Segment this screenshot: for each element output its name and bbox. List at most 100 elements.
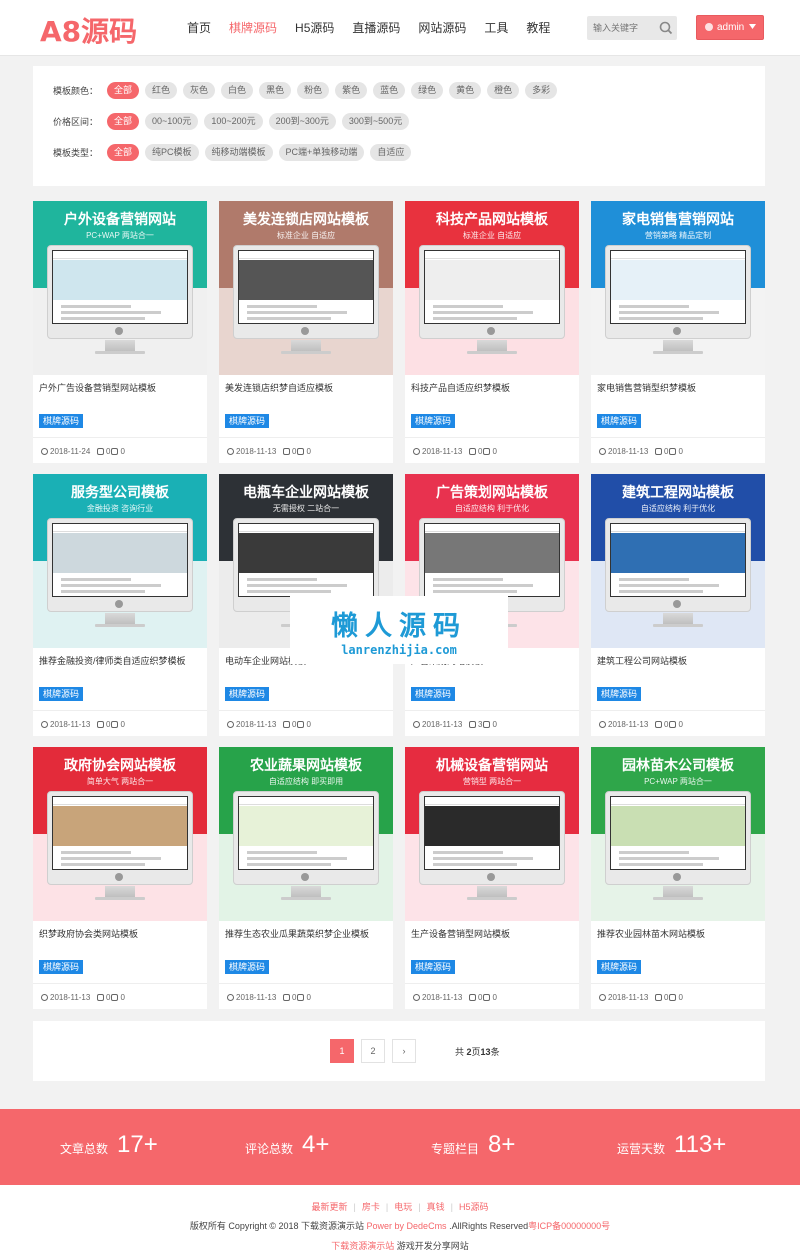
category-badge[interactable]: 棋牌源码 [411,687,456,701]
search-button[interactable] [655,16,677,40]
like-icon [297,721,305,728]
template-card[interactable]: 科技产品网站模板 标准企业 自适应 科技产品自适应织梦模板 棋牌源码 2018-11-1… [405,201,579,463]
nav-item-5[interactable]: 工具 [475,0,517,56]
category-badge[interactable]: 棋牌源码 [411,960,456,974]
card-date: 2018-11-13 [608,720,649,729]
nav-item-0[interactable]: 首页 [178,0,220,56]
like-icon [669,448,677,455]
category-badge[interactable]: 棋牌源码 [225,960,270,974]
filter-option[interactable]: 00~100元 [145,112,199,130]
card-thumbnail[interactable]: 科技产品网站模板 标准企业 自适应 [405,201,579,375]
card-title-link[interactable]: 推荐金融投资/律师类自适应织梦模板 [39,654,186,667]
search-input[interactable] [587,16,655,40]
category-badge[interactable]: 棋牌源码 [225,414,270,428]
filter-option[interactable]: 灰色 [183,81,216,99]
card-title-link[interactable]: 科技产品自适应织梦模板 [411,381,510,394]
site-logo[interactable]: A8源码 [40,10,137,50]
category-badge[interactable]: 棋牌源码 [39,687,84,701]
filter-option[interactable]: 黄色 [449,81,482,99]
template-card[interactable]: 农业蔬果网站模板 自适应结构 即买即用 推荐生态农业瓜果蔬菜织梦企业模板 棋牌源码 20… [219,747,393,1009]
footer-link[interactable]: 房卡 [362,1202,380,1212]
card-thumbnail[interactable]: 建筑工程网站模板 自适应结构 利于优化 [591,474,765,648]
filter-option[interactable]: 纯移动端模板 [204,143,273,161]
filter-option[interactable]: 300到~500元 [341,112,410,130]
like-icon [111,994,119,1001]
card-thumbnail[interactable]: 美发连锁店网站模板 标准企业 自适应 [219,201,393,375]
nav-item-1[interactable]: 棋牌源码 [220,0,286,56]
filter-option[interactable]: 100~200元 [204,112,263,130]
footer-link[interactable]: 真钱 [427,1202,445,1212]
filter-option[interactable]: 全部 [107,112,140,130]
template-card[interactable]: 家电销售营销网站 营销策略 精品定制 家电销售营销型织梦模板 棋牌源码 2018-11-… [591,201,765,463]
user-menu-button[interactable]: admin [696,15,764,40]
filter-option[interactable]: 多彩 [525,81,558,99]
template-card[interactable]: 服务型公司模板 金融投资 咨询行业 推荐金融投资/律师类自适应织梦模板 棋牌源码 201… [33,474,207,736]
category-badge[interactable]: 棋牌源码 [225,687,270,701]
like-count: 0 [678,720,683,729]
comment-count: 0 [478,993,483,1002]
filter-option[interactable]: 全部 [107,81,140,99]
page-1-button[interactable]: 1 [330,1039,354,1063]
filter-option[interactable]: 蓝色 [373,81,406,99]
filter-option[interactable]: 紫色 [335,81,368,99]
icp-link[interactable]: 粤ICP备00000000号 [528,1221,610,1231]
filter-option[interactable]: 全部 [107,143,140,161]
card-thumbnail[interactable]: 农业蔬果网站模板 自适应结构 即买即用 [219,747,393,921]
filter-option[interactable]: 纯PC模板 [145,143,199,161]
filter-option[interactable]: PC端+单独移动端 [278,143,365,161]
nav-item-4[interactable]: 网站源码 [409,0,475,56]
card-title-link[interactable]: 家电销售营销型织梦模板 [597,381,696,394]
template-card[interactable]: 美发连锁店网站模板 标准企业 自适应 美发连锁店织梦自适应模板 棋牌源码 2018-11… [219,201,393,463]
comment-icon [97,448,104,455]
nav-item-2[interactable]: H5源码 [286,0,343,56]
filter-option[interactable]: 白色 [221,81,254,99]
card-title-link[interactable]: 建筑工程公司网站模板 [597,654,687,667]
thumbnail-title: 美发连锁店网站模板 [243,212,369,228]
card-thumbnail[interactable]: 户外设备营销网站 PC+WAP 两站合一 [33,201,207,375]
thumbnail-subtitle: 营销策略 精品定制 [644,231,712,240]
filter-option[interactable]: 橙色 [487,81,520,99]
filter-option[interactable]: 200到~300元 [268,112,336,130]
monitor-mockup [47,518,193,612]
template-card[interactable]: 建筑工程网站模板 自适应结构 利于优化建筑工程公司网站模板 棋牌源码 2018-11-… [591,474,765,736]
power-link[interactable]: Power by DedeCms [367,1221,447,1231]
filter-option[interactable]: 绿色 [411,81,444,99]
card-thumbnail[interactable]: 家电销售营销网站 营销策略 精品定制 [591,201,765,375]
category-badge[interactable]: 棋牌源码 [597,414,642,428]
card-title-link[interactable]: 生产设备营销型网站模板 [411,927,510,940]
card-thumbnail[interactable]: 机械设备营销网站 营销型 两站合一 [405,747,579,921]
card-thumbnail[interactable]: 政府协会网站模板 简单大气 两站合一 [33,747,207,921]
category-badge[interactable]: 棋牌源码 [39,960,84,974]
site-link[interactable]: 下载资源演示站 [331,1241,394,1251]
footer-site: 下载资源演示站 游戏开发分享网站 [331,1241,469,1251]
nav-item-3[interactable]: 直播源码 [343,0,409,56]
category-badge[interactable]: 棋牌源码 [411,414,456,428]
category-badge[interactable]: 棋牌源码 [39,414,84,428]
page-2-button[interactable]: 2 [361,1039,385,1063]
card-thumbnail[interactable]: 园林苗木公司模板 PC+WAP 两站合一 [591,747,765,921]
like-icon [297,448,305,455]
template-card[interactable]: 政府协会网站模板 简单大气 两站合一 织梦政府协会类网站模板 棋牌源码 2018-11-… [33,747,207,1009]
thumbnail-subtitle: 营销型 两站合一 [462,777,522,786]
card-title-link[interactable]: 推荐农业园林苗木网站模板 [597,927,705,940]
filter-option[interactable]: 黑色 [259,81,292,99]
template-card[interactable]: 户外设备营销网站 PC+WAP 两站合一 户外广告设备营销型网站模板 棋牌源码 2018… [33,201,207,463]
footer-link[interactable]: 最新更新 [312,1202,348,1212]
template-card[interactable]: 园林苗木公司模板 PC+WAP 两站合一 推荐农业园林苗木网站模板 棋牌源码 2018-… [591,747,765,1009]
next-page-button[interactable]: › [392,1039,416,1063]
filter-option[interactable]: 自适应 [370,143,412,161]
filter-option[interactable]: 粉色 [297,81,330,99]
card-title-link[interactable]: 户外广告设备营销型网站模板 [39,381,156,394]
nav-item-6[interactable]: 教程 [517,0,559,56]
card-title-link[interactable]: 推荐生态农业瓜果蔬菜织梦企业模板 [225,927,369,940]
footer-link[interactable]: 电玩 [394,1202,412,1212]
category-badge[interactable]: 棋牌源码 [597,960,642,974]
card-title-link[interactable]: 美发连锁店织梦自适应模板 [225,381,333,394]
template-card[interactable]: 机械设备营销网站 营销型 两站合一 生产设备营销型网站模板 棋牌源码 2018-11-1… [405,747,579,1009]
card-title-link[interactable]: 织梦政府协会类网站模板 [39,927,138,940]
thumbnail-title: 农业蔬果网站模板 [250,758,362,774]
category-badge[interactable]: 棋牌源码 [597,687,642,701]
filter-option[interactable]: 红色 [145,81,178,99]
footer-link[interactable]: H5源码 [459,1202,489,1212]
card-thumbnail[interactable]: 服务型公司模板 金融投资 咨询行业 [33,474,207,648]
